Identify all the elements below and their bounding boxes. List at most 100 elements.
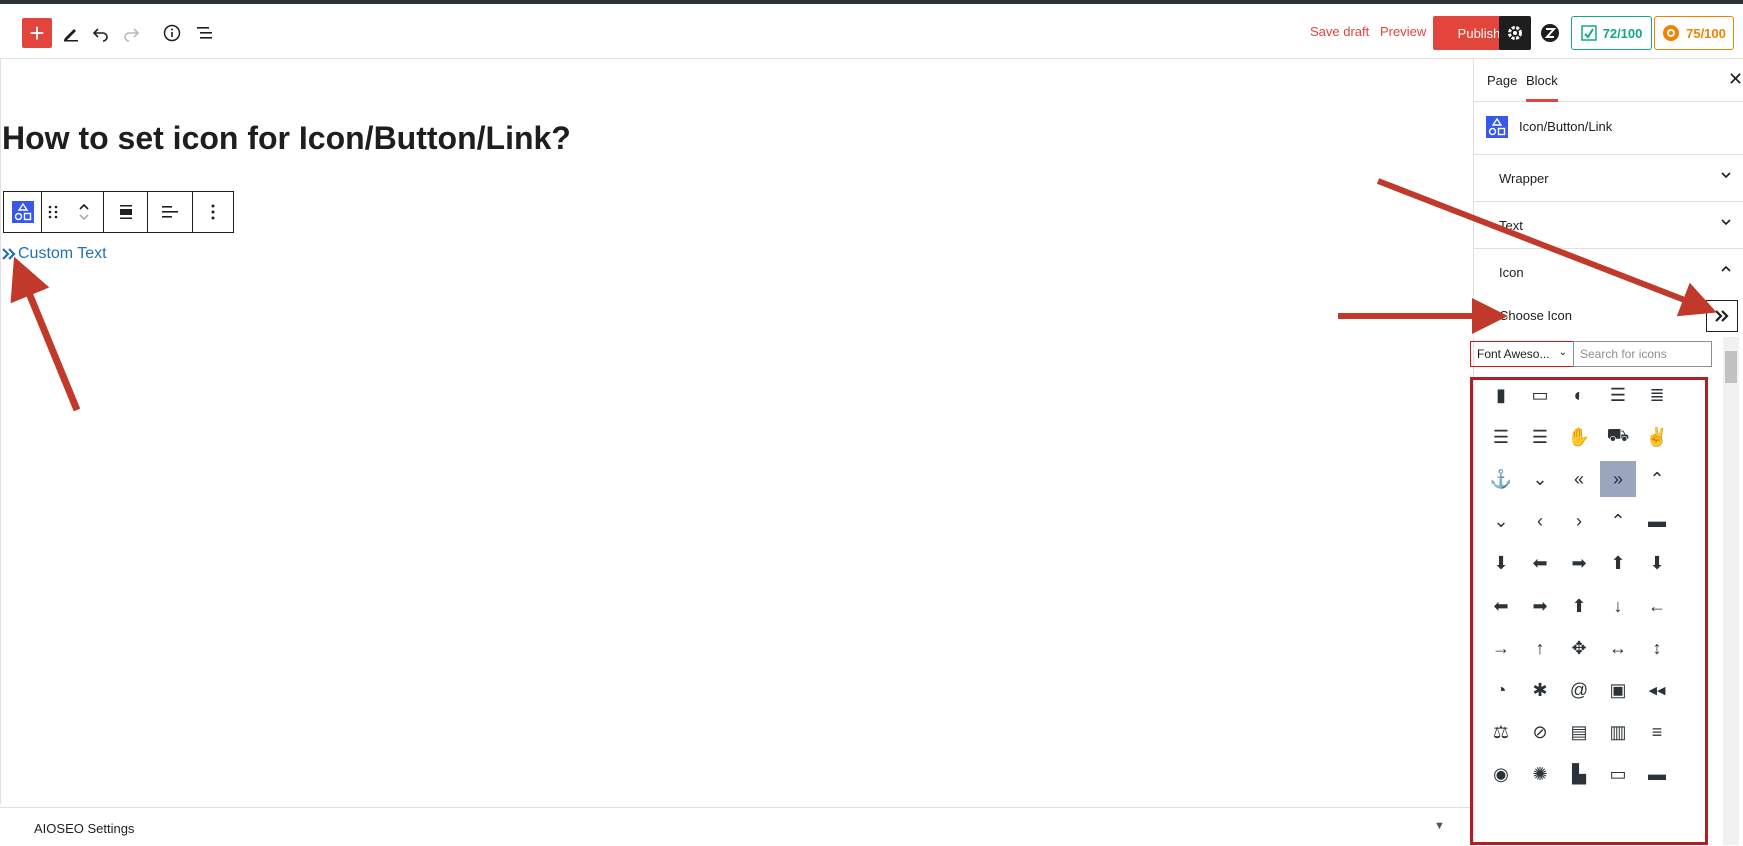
text-align-button[interactable]: [148, 192, 193, 232]
icon-picker-scrollbar[interactable]: [1723, 337, 1739, 845]
arrow-circle-left-icon[interactable]: ⬅: [1522, 546, 1558, 582]
panel-wrapper-title: Wrapper: [1499, 171, 1549, 186]
panel-text[interactable]: Text: [1474, 202, 1743, 249]
chevron-down-icon: [1721, 219, 1731, 226]
arrow-circle-right-icon[interactable]: ➡: [1561, 546, 1597, 582]
align-right-icon[interactable]: ☰: [1522, 419, 1558, 455]
move-block-controls[interactable]: [64, 192, 105, 232]
settings-button[interactable]: [1499, 16, 1531, 50]
ambulance-icon[interactable]: ⛟: [1600, 419, 1636, 455]
redo-button[interactable]: [116, 18, 146, 48]
link-text[interactable]: Custom Text: [18, 245, 107, 263]
angle-double-up-icon[interactable]: ⌃: [1639, 461, 1675, 497]
drag-handle[interactable]: [42, 192, 64, 232]
panel-wrapper[interactable]: Wrapper: [1474, 155, 1743, 202]
block-align-button[interactable]: [104, 192, 149, 232]
asterisk-icon[interactable]: ✱: [1522, 672, 1558, 708]
arrow-left-icon[interactable]: ←: [1639, 588, 1675, 624]
headline-score-button[interactable]: 75/100: [1654, 16, 1734, 50]
audio-description-icon[interactable]: ▣: [1600, 672, 1636, 708]
arrow-circle-up-alt-icon[interactable]: ⬆: [1561, 588, 1597, 624]
address-book-icon[interactable]: ▮: [1483, 377, 1519, 413]
bars-icon[interactable]: ≡: [1639, 715, 1675, 751]
arrow-right-icon[interactable]: →: [1483, 630, 1519, 666]
tab-block[interactable]: Block: [1526, 73, 1558, 102]
anchor-icon[interactable]: ⚓: [1483, 461, 1519, 497]
angle-double-right-icon: [1715, 310, 1729, 322]
balance-scale-icon[interactable]: ⚖: [1483, 715, 1519, 751]
ban-icon[interactable]: ⊘: [1522, 715, 1558, 751]
arrow-circle-right-alt-icon[interactable]: ➡: [1522, 588, 1558, 624]
panel-icon[interactable]: Icon: [1474, 249, 1743, 295]
barcode-icon[interactable]: ▥: [1600, 715, 1636, 751]
add-block-button[interactable]: +: [22, 18, 52, 48]
archive-icon[interactable]: ▬: [1639, 504, 1675, 540]
address-card-icon[interactable]: ▭: [1522, 377, 1558, 413]
sidebar-tabs: Page Block ✕: [1474, 59, 1743, 102]
battery-full-icon[interactable]: ▬: [1639, 757, 1675, 793]
arrow-circle-left-alt-icon[interactable]: ⬅: [1483, 588, 1519, 624]
block-card-title: Icon/Button/Link: [1519, 119, 1613, 134]
angle-double-left-icon[interactable]: «: [1561, 461, 1597, 497]
angle-right-icon[interactable]: ›: [1561, 504, 1597, 540]
battery-empty-icon[interactable]: ▭: [1600, 757, 1636, 793]
baseball-icon[interactable]: ◉: [1483, 757, 1519, 793]
preview-button[interactable]: Preview: [1380, 24, 1426, 39]
align-justify-icon[interactable]: ≣: [1639, 377, 1675, 413]
jetpack-button[interactable]: [1535, 18, 1565, 48]
at-icon[interactable]: @: [1561, 672, 1597, 708]
tab-page[interactable]: Page: [1487, 73, 1517, 88]
details-button[interactable]: [157, 18, 187, 48]
undo-button[interactable]: [86, 18, 116, 48]
basketball-icon[interactable]: ✺: [1522, 757, 1558, 793]
arrows-alt-h-icon[interactable]: ↔: [1600, 630, 1636, 666]
drag-handle-icon: [48, 205, 58, 219]
truseo-score-button[interactable]: 72/100: [1571, 16, 1652, 50]
arrow-circle-up-icon[interactable]: ⬆: [1600, 546, 1636, 582]
adjust-icon[interactable]: ◐: [1561, 377, 1597, 413]
icon-library-value: Font Aweso...: [1477, 347, 1550, 361]
angle-down-icon[interactable]: ⌄: [1483, 504, 1519, 540]
angle-left-icon[interactable]: ‹: [1522, 504, 1558, 540]
align-left-icon[interactable]: ☰: [1483, 419, 1519, 455]
icon-library-select[interactable]: Font Aweso... ⌄: [1470, 341, 1574, 367]
caret-down-icon[interactable]: ▼: [1434, 820, 1445, 832]
post-title[interactable]: How to set icon for Icon/Button/Link?: [2, 120, 571, 157]
backward-icon[interactable]: ◀◀: [1639, 672, 1675, 708]
american-sign-language-icon[interactable]: ✌: [1639, 419, 1675, 455]
arrow-circle-down-alt-icon[interactable]: ⬇: [1639, 546, 1675, 582]
bath-icon[interactable]: ▙: [1561, 757, 1597, 793]
aioseo-settings-panel[interactable]: AIOSEO Settings ▼: [0, 807, 1472, 846]
arrow-circle-down-icon[interactable]: ⬇: [1483, 546, 1519, 582]
choose-icon-button[interactable]: [1706, 300, 1738, 332]
edit-tool-button[interactable]: [56, 18, 86, 48]
chevron-down-icon[interactable]: [78, 212, 90, 222]
list-view-icon: [197, 27, 212, 39]
angle-double-down-icon[interactable]: ⌄: [1522, 461, 1558, 497]
angle-up-icon[interactable]: ⌃: [1600, 504, 1636, 540]
icon-search-input[interactable]: [1573, 341, 1712, 367]
band-aid-icon[interactable]: ▤: [1561, 715, 1597, 751]
block-options-button[interactable]: [193, 192, 233, 232]
align-center-icon[interactable]: ☰: [1600, 377, 1636, 413]
arrow-up-icon[interactable]: ↑: [1522, 630, 1558, 666]
align-wide-icon: [119, 205, 132, 219]
hand-paper-icon[interactable]: ✋: [1561, 419, 1597, 455]
block-type-button[interactable]: [4, 192, 43, 232]
arrow-down-icon[interactable]: ↓: [1600, 588, 1636, 624]
arrows-alt-v-icon[interactable]: ↕: [1639, 630, 1675, 666]
arrows-alt-icon[interactable]: ✥: [1561, 630, 1597, 666]
icon-button-link-block[interactable]: Custom Text: [2, 245, 107, 263]
chevron-up-icon[interactable]: [78, 202, 90, 212]
close-icon[interactable]: ✕: [1728, 69, 1743, 90]
save-draft-button[interactable]: Save draft: [1310, 24, 1369, 39]
list-view-button[interactable]: [190, 18, 220, 48]
truseo-logo-icon: [1580, 25, 1597, 41]
editor-canvas: [0, 59, 1473, 804]
settings-sidebar: Page Block ✕ Icon/Button/Link Wrapper Te…: [1470, 59, 1743, 845]
panel-text-title: Text: [1499, 218, 1523, 233]
aioseo-logo-icon: [1663, 25, 1680, 41]
angle-double-right-icon[interactable]: »: [1600, 461, 1636, 498]
assistive-listening-icon[interactable]: ◔: [1483, 672, 1519, 708]
scrollbar-thumb[interactable]: [1725, 351, 1737, 383]
